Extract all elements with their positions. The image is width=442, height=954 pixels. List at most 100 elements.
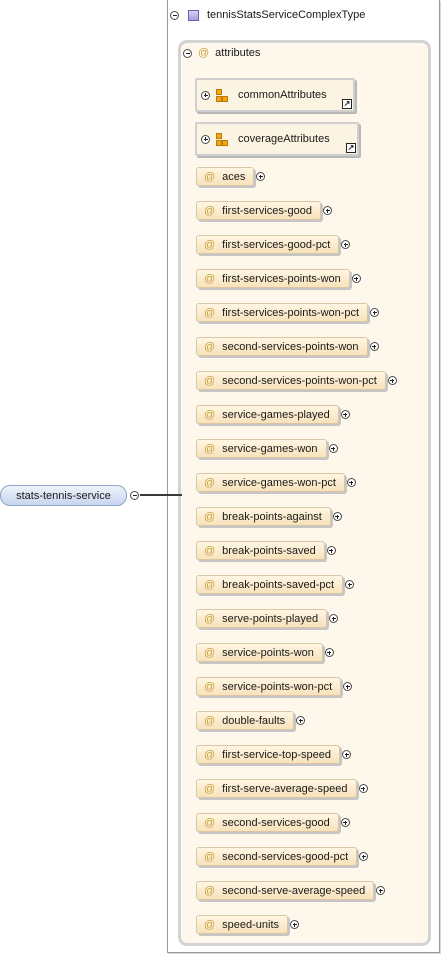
expand-attribute-toggle[interactable]: [323, 206, 333, 215]
attribute-break-points-saved-pct[interactable]: @ break-points-saved-pct: [196, 575, 344, 594]
attribute-label: break-points-saved: [222, 544, 316, 557]
at-icon: @: [204, 442, 216, 455]
at-icon: @: [204, 578, 216, 591]
at-icon: @: [204, 306, 216, 319]
attribute-label: aces: [222, 170, 246, 183]
expand-attribute-toggle[interactable]: [340, 818, 350, 827]
attribute-label: second-services-good: [222, 816, 330, 829]
attribute-first-serve-average-speed[interactable]: @ first-serve-average-speed: [196, 779, 357, 798]
at-icon: @: [204, 850, 216, 863]
expand-attribute-toggle[interactable]: [340, 410, 350, 419]
expand-attribute-toggle[interactable]: [328, 444, 338, 453]
attribute-aces[interactable]: @ aces: [196, 167, 255, 186]
attribute-label: break-points-against: [222, 510, 322, 523]
expand-attribute-toggle[interactable]: [342, 750, 351, 759]
attribute-second-services-points-won-pct[interactable]: @ second-services-points-won-pct: [196, 371, 386, 390]
attribute-double-faults[interactable]: @ double-faults: [196, 711, 295, 730]
at-icon: @: [198, 47, 210, 59]
attribute-label: serve-points-played: [222, 612, 319, 625]
at-icon: @: [204, 544, 216, 557]
expand-attribute-toggle[interactable]: [358, 784, 368, 793]
at-icon: @: [204, 340, 216, 353]
at-icon: @: [204, 272, 216, 285]
connector-line: [140, 494, 182, 496]
attribute-label: first-serve-average-speed: [222, 782, 348, 795]
attribute-service-games-won-pct[interactable]: @ service-games-won-pct: [196, 473, 345, 492]
attribute-first-service-top-speed[interactable]: @ first-service-top-speed: [196, 745, 340, 764]
attribute-second-services-good-pct[interactable]: @ second-services-good-pct: [196, 847, 358, 866]
attribute-second-serve-average-speed[interactable]: @ second-serve-average-speed: [196, 881, 375, 900]
expand-attribute-toggle[interactable]: [345, 580, 355, 589]
attribute-second-services-good[interactable]: @ second-services-good: [196, 813, 339, 832]
attribute-label: first-services-good-pct: [222, 238, 331, 251]
at-icon: @: [204, 170, 216, 183]
attribute-service-games-played[interactable]: @ service-games-played: [196, 405, 339, 424]
attribute-group-ref-label: commonAttributes: [238, 89, 327, 101]
attribute-serve-points-played[interactable]: @ serve-points-played: [196, 609, 328, 628]
attribute-first-services-good[interactable]: @ first-services-good: [196, 201, 322, 220]
reference-link-icon[interactable]: ↗: [342, 99, 352, 109]
at-icon: @: [204, 408, 216, 421]
at-icon: @: [204, 680, 216, 693]
attribute-label: first-services-good: [222, 204, 313, 217]
at-icon: @: [204, 782, 216, 795]
element-node[interactable]: stats-tennis-service: [0, 485, 127, 506]
attribute-label: speed-units: [222, 918, 280, 931]
expand-group-toggle[interactable]: [201, 134, 210, 144]
at-icon: @: [204, 204, 216, 217]
complex-type-icon: [188, 9, 199, 21]
at-icon: @: [204, 714, 216, 727]
at-icon: @: [204, 612, 216, 625]
attribute-label: second-services-points-won-pct: [222, 374, 377, 387]
expand-attribute-toggle[interactable]: [332, 512, 342, 521]
attribute-label: service-points-won-pct: [222, 680, 333, 693]
attribute-service-points-won[interactable]: @ service-points-won: [196, 643, 323, 662]
attribute-group-label: attributes: [215, 47, 261, 59]
attribute-label: second-serve-average-speed: [222, 884, 366, 897]
expand-attribute-toggle[interactable]: [369, 342, 379, 351]
attribute-group-ref[interactable]: commonAttributes ↗: [195, 78, 355, 112]
attribute-first-services-points-won-pct[interactable]: @ first-services-points-won-pct: [196, 303, 369, 322]
complex-type-name: tennisStatsServiceComplexType: [207, 9, 366, 21]
expand-group-toggle[interactable]: [201, 90, 210, 100]
expand-attribute-toggle[interactable]: [346, 478, 356, 487]
attribute-label: service-games-played: [222, 408, 330, 421]
attribute-service-games-won[interactable]: @ service-games-won: [196, 439, 327, 458]
collapse-type-toggle[interactable]: [170, 10, 179, 20]
attribute-first-services-good-pct[interactable]: @ first-services-good-pct: [196, 235, 340, 254]
expand-attribute-toggle[interactable]: [324, 648, 334, 657]
at-icon: @: [204, 884, 216, 897]
at-icon: @: [204, 748, 216, 761]
collapse-attributes-toggle[interactable]: [183, 48, 192, 58]
attribute-label: double-faults: [222, 714, 286, 727]
element-name: stats-tennis-service: [16, 489, 111, 502]
attribute-service-points-won-pct[interactable]: @ service-points-won-pct: [196, 677, 342, 696]
attribute-group-icon: [216, 88, 228, 102]
at-icon: @: [204, 374, 216, 387]
attribute-label: first-services-points-won-pct: [222, 306, 360, 319]
attribute-label: break-points-saved-pct: [222, 578, 335, 591]
at-icon: @: [204, 646, 216, 659]
attribute-label: service-games-won: [222, 442, 318, 455]
expand-attribute-toggle[interactable]: [351, 274, 361, 283]
at-icon: @: [204, 476, 216, 489]
expand-attribute-toggle[interactable]: [326, 546, 336, 555]
attribute-break-points-against[interactable]: @ break-points-against: [196, 507, 331, 526]
at-icon: @: [204, 238, 216, 251]
attribute-break-points-saved[interactable]: @ break-points-saved: [196, 541, 325, 560]
attribute-speed-units[interactable]: @ speed-units: [196, 915, 289, 934]
attribute-label: service-games-won-pct: [222, 476, 336, 489]
expand-attribute-toggle[interactable]: [387, 376, 397, 385]
attribute-label: first-services-points-won: [222, 272, 341, 285]
at-icon: @: [204, 816, 216, 829]
attribute-group-ref[interactable]: coverageAttributes ↗: [195, 122, 359, 156]
attribute-second-services-points-won[interactable]: @ second-services-points-won: [196, 337, 368, 356]
at-icon: @: [204, 918, 216, 931]
reference-link-icon[interactable]: ↗: [346, 143, 356, 153]
expand-attribute-toggle[interactable]: [290, 920, 300, 929]
at-icon: @: [204, 510, 216, 523]
collapse-element-toggle[interactable]: [130, 491, 139, 500]
attribute-first-services-points-won[interactable]: @ first-services-points-won: [196, 269, 350, 288]
complex-type-header: tennisStatsServiceComplexType: [170, 5, 365, 25]
attribute-label: second-services-points-won: [222, 340, 359, 353]
